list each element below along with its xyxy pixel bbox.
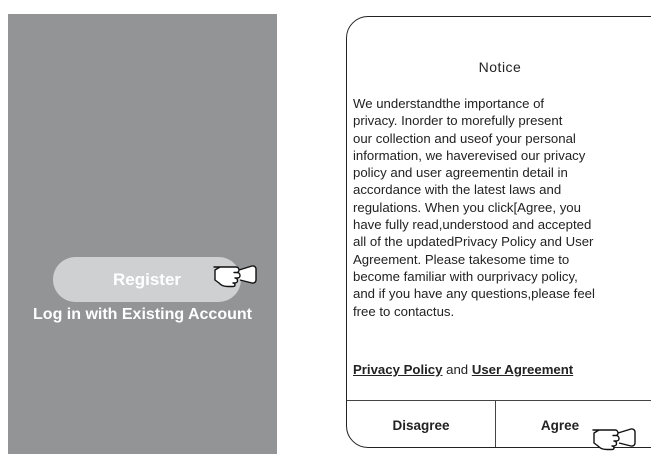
and-text: and xyxy=(446,362,469,377)
privacy-policy-link[interactable]: Privacy Policy xyxy=(353,362,442,377)
privacy-notice-dialog: Notice We understandthe importance of pr… xyxy=(346,16,651,448)
disagree-button[interactable]: Disagree xyxy=(347,401,495,447)
user-agreement-link[interactable]: User Agreement xyxy=(472,362,573,377)
pointing-hand-icon xyxy=(213,265,257,288)
dialog-title: Notice xyxy=(478,59,522,75)
pointing-hand-icon xyxy=(592,428,636,451)
policy-links: Privacy Policy and User Agreement xyxy=(353,362,573,377)
login-existing-account-link[interactable]: Log in with Existing Account xyxy=(8,306,277,324)
notice-body-text: We understandthe importance of privacy. … xyxy=(353,96,595,319)
welcome-screen: Register Log in with Existing Account xyxy=(8,14,277,454)
